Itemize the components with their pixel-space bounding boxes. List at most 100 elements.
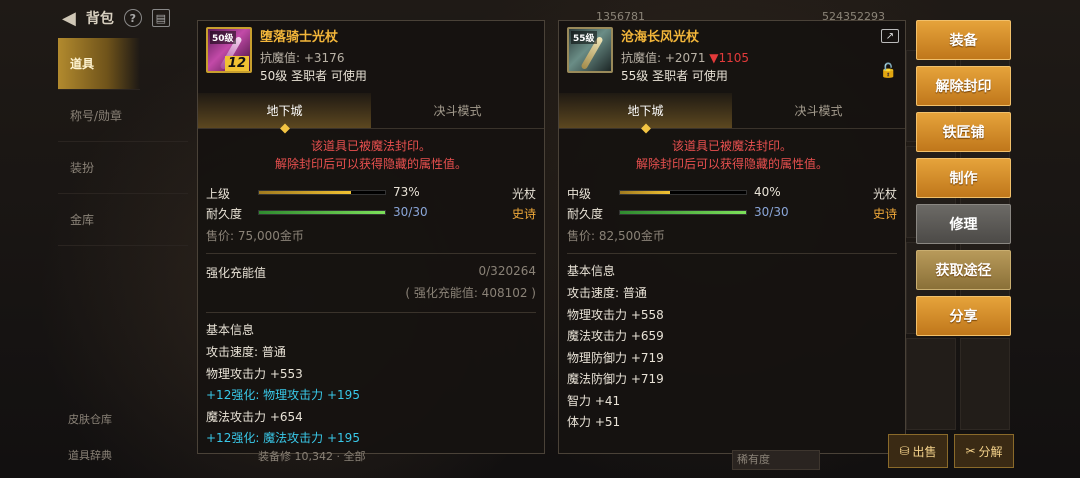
nav-item-label: 道具 [70,57,95,71]
seal-line: 该道具已被魔法封印。 [671,139,792,153]
tab-label: 地下城 [266,104,303,118]
refine-value: 0/320264 [478,264,537,278]
stat-line: 攻击速度: 普通 [206,345,286,359]
skin-storage-link[interactable]: 皮肤仓库 [68,402,112,438]
book-icon[interactable]: ▤ [151,9,170,27]
enhance-badge: 12 [224,56,249,71]
seal-notice: 该道具已被魔法封印。 解除封印后可以获得隐藏的属性值。 [198,129,544,183]
item-header: 55级 沧海长风光杖 抗魔值: +2071 ▼1105 55级 圣职者 可使用 … [559,21,905,93]
page-title: 背包 [85,11,114,27]
durability-bar-fill [259,211,385,214]
tab-pvp[interactable]: 决斗模式 [732,93,905,128]
stat-line: +12强化: 物理攻击力 +195 [206,388,360,402]
stat-line: 体力 +51 [567,415,621,429]
stat-value: 抗魔值: +2071 [621,51,706,65]
tab-label: 决斗模式 [433,104,482,118]
stat-line: 魔法防御力 +719 [567,372,664,386]
durability-label: 耐久度 [206,207,243,221]
seal-notice: 该道具已被魔法封印。 解除封印后可以获得隐藏的属性值。 [559,129,905,183]
tab-label: 地下城 [627,104,664,118]
stat-diff: ▼1105 [709,51,750,65]
item-dictionary-link[interactable]: 道具辞典 [68,438,112,474]
mode-tabs: 地下城 决斗模式 [198,93,544,129]
item-staff-icon: 50级 12 [206,27,252,73]
disassemble-icon: ✂ [965,444,976,458]
refine-total: ( 强化充能值: 408102 ) [405,286,536,300]
tab-pvp[interactable]: 决斗模式 [371,93,544,128]
share-button[interactable]: 分享 [916,296,1011,336]
nav-item-costume[interactable]: 装扮 [58,142,188,194]
grade-value: 73% [393,185,420,199]
share-icon[interactable]: ↗ [881,29,899,43]
item-staff-icon: 55级 [567,27,613,73]
durability-bar [258,210,386,215]
stat-line: 智力 +41 [567,393,621,408]
disassemble-button[interactable]: ✂ 分解 [954,434,1014,468]
item-name: 堕落骑士光杖 [260,30,339,45]
grade-row: 上级 73% 光杖 [206,183,536,203]
item-name: 沧海长风光杖 [621,30,700,45]
item-tooltip-equipped: 50级 12 堕落骑士光杖 抗魔值: +3176 50级 圣职者 可使用 地下城… [197,20,545,454]
durability-bar [619,210,747,215]
left-nav-bottom: 皮肤仓库 道具辞典 [68,402,112,474]
nav-item-label: 装扮 [70,161,95,175]
level-badge: 50级 [210,31,236,44]
nav-item-titles[interactable]: 称号/勋章 [58,90,188,142]
sell-price: 售价: 82,500金币 [567,229,665,243]
grade-label: 中级 [567,187,592,201]
stat-line: 物理攻击力 +553 [206,366,303,381]
durability-row: 耐久度 30/30 史诗 [206,203,536,223]
left-nav: 道具 称号/勋章 装扮 金库 [58,38,188,438]
obtain-source-button[interactable]: 获取途径 [916,250,1011,290]
craft-button[interactable]: 制作 [916,158,1011,198]
bottom-bar: ⛁ 出售 ✂ 分解 [888,434,1014,468]
seal-line: 解除封印后可以获得隐藏的属性值。 [274,157,467,171]
nav-item-label: 金库 [70,213,95,227]
item-requirement: 50级 圣职者 可使用 [260,69,367,83]
mode-tabs: 地下城 决斗模式 [559,93,905,129]
lock-icon[interactable]: 🔓 [880,63,897,79]
inventory-slot[interactable] [960,338,1010,430]
stat-line: 物理攻击力 +558 [567,307,664,322]
action-buttons: 装备 解除封印 铁匠铺 制作 修理 获取途径 分享 [916,20,1011,336]
divider [206,253,536,254]
rarity: 史诗 [511,207,536,221]
seal-line: 解除封印后可以获得隐藏的属性值。 [635,157,828,171]
inventory-slot[interactable] [906,338,956,430]
sell-icon: ⛁ [899,444,910,458]
grade-bar-fill [259,191,351,194]
help-icon[interactable]: ? [123,9,142,27]
basic-info-title: 基本信息 [206,323,255,337]
stat-line: 物理防御力 +719 [567,350,664,365]
refine-charge: 强化充能值 0/320264 ( 强化充能值: 408102 ) [206,262,536,312]
sell-button[interactable]: ⛁ 出售 [888,434,948,468]
tab-dungeon[interactable]: 地下城 [559,93,732,128]
sell-price: 售价: 75,000金币 [206,229,304,243]
grade-row: 中级 40% 光杖 [567,183,897,203]
durability-value: 30/30 [754,205,789,219]
stat-line: 魔法攻击力 +659 [567,329,664,343]
repair-button[interactable]: 修理 [916,204,1011,244]
grade-bar [619,190,747,195]
rarity-filter-select[interactable]: 稀有度 [732,450,820,470]
durability-row: 耐久度 30/30 史诗 [567,203,897,223]
stat-list: 攻击速度: 普通 物理攻击力 +558 魔法攻击力 +659 物理防御力 +71… [559,283,905,434]
tab-dungeon[interactable]: 地下城 [198,93,371,128]
blacksmith-button[interactable]: 铁匠铺 [916,112,1011,152]
back-arrow-icon[interactable]: ◀ [62,8,76,29]
grade-label: 上级 [206,187,231,201]
nav-item-items[interactable]: 道具 [58,38,140,90]
weapon-type: 光杖 [872,187,897,201]
rarity: 史诗 [872,207,897,221]
divider [206,312,536,313]
stat-line: +12强化: 魔法攻击力 +195 [206,431,360,445]
item-magic-resist: 抗魔值: +2071 ▼1105 [621,49,749,66]
divider [567,253,897,254]
grade-bar [258,190,386,195]
unseal-button[interactable]: 解除封印 [916,66,1011,106]
equip-button[interactable]: 装备 [916,20,1011,60]
weapon-type: 光杖 [511,187,536,201]
item-requirement: 55级 圣职者 可使用 [621,69,728,83]
item-header: 50级 12 堕落骑士光杖 抗魔值: +3176 50级 圣职者 可使用 [198,21,544,93]
nav-item-vault[interactable]: 金库 [58,194,188,246]
